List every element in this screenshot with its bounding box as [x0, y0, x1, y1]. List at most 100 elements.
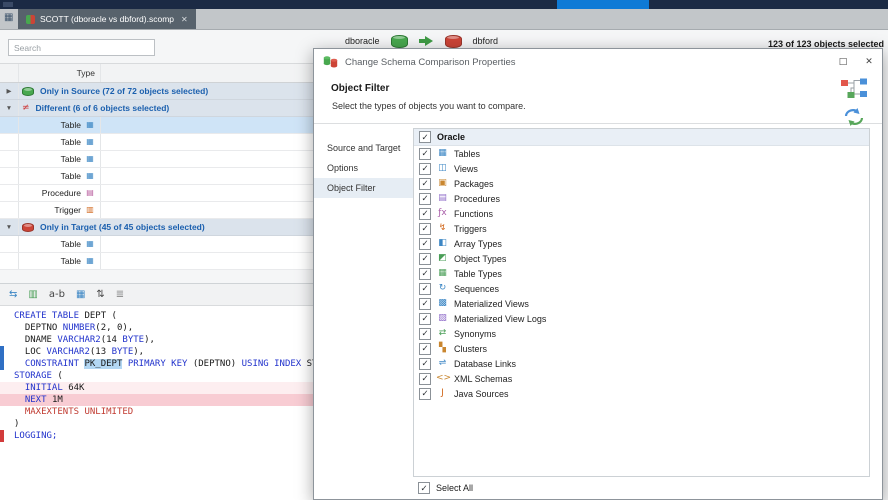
materialized-view-logs-icon: ▨ — [438, 313, 447, 323]
search-input[interactable] — [8, 39, 155, 56]
tree-item-views[interactable]: ✓ ◫ Views — [414, 161, 869, 176]
document-tab-bar: ▦ SCOTT (dboracle vs dbford).scomp ✕ — [0, 9, 888, 30]
app-menu-icon[interactable] — [3, 2, 13, 7]
tree-item-packages[interactable]: ✓ ▣ Packages — [414, 176, 869, 191]
tree-item-label: Database Links — [454, 358, 517, 369]
tree-item-label: Packages — [454, 178, 494, 189]
checkbox[interactable]: ✓ — [419, 252, 431, 265]
tree-item-sequences[interactable]: ✓ ↻ Sequences — [414, 281, 869, 296]
format-lines-icon[interactable]: ≣ — [116, 289, 124, 300]
expander-icon[interactable]: ▼ — [0, 219, 19, 235]
active-menu-highlight[interactable] — [557, 0, 649, 9]
schema-comparison-properties-dialog: Change Schema Comparison Properties □ ✕ … — [313, 48, 883, 500]
checkbox[interactable]: ✓ — [419, 147, 431, 160]
tab-scott-comparison[interactable]: SCOTT (dboracle vs dbford).scomp ✕ — [18, 9, 196, 29]
tree-item-xml-schemas[interactable]: ✓ <> XML Schemas — [414, 371, 869, 386]
dialog-nav-item-options[interactable]: Options — [314, 158, 413, 178]
schema-structure-icon — [839, 78, 869, 105]
object-type-label: Table — [60, 120, 81, 130]
tab-close-icon[interactable]: ✕ — [181, 15, 188, 24]
select-all-checkbox[interactable]: ✓ — [418, 482, 430, 494]
tree-item-label: Materialized Views — [454, 298, 529, 309]
dialog-nav-item-object-filter[interactable]: Object Filter — [314, 178, 413, 198]
checkbox[interactable]: ✓ — [419, 312, 431, 325]
database-red-icon — [22, 222, 34, 232]
target-database-icon — [444, 34, 462, 48]
checkbox[interactable]: ✓ — [419, 192, 431, 205]
checkbox[interactable]: ✓ — [419, 222, 431, 235]
xml-schemas-icon: <> — [436, 373, 452, 383]
table-icon: ▦ — [86, 256, 94, 265]
maximize-button[interactable]: □ — [830, 57, 856, 67]
data-grid-icon[interactable]: ▦ — [76, 289, 85, 300]
tree-item-label: Array Types — [454, 238, 502, 249]
procedures-icon: ▤ — [438, 193, 447, 203]
tree-item-tables[interactable]: ✓ ▦ Tables — [414, 146, 869, 161]
object-type-label: Trigger — [54, 205, 81, 215]
database-green-icon — [22, 86, 34, 96]
tree-item-table-types[interactable]: ✓ ▦ Table Types — [414, 266, 869, 281]
tree-item-label: Java Sources — [454, 388, 509, 399]
checkbox[interactable]: ✓ — [419, 162, 431, 175]
checkbox[interactable]: ✓ — [419, 342, 431, 355]
tree-item-object-types[interactable]: ✓ ◩ Object Types — [414, 251, 869, 266]
type-column-header[interactable]: Type — [19, 64, 101, 82]
dialog-nav: Source and Target Options Object Filter — [314, 124, 413, 499]
tree-item-materialized-view-logs[interactable]: ✓ ▨ Materialized View Logs — [414, 311, 869, 326]
checkbox[interactable]: ✓ — [419, 267, 431, 280]
tree-item-materialized-views[interactable]: ✓ ▩ Materialized Views — [414, 296, 869, 311]
checkbox[interactable]: ✓ — [419, 282, 431, 295]
tree-item-label: Clusters — [454, 343, 488, 354]
not-equal-icon: ≠ — [22, 102, 30, 113]
close-button[interactable]: ✕ — [856, 57, 882, 67]
tree-item-java-sources[interactable]: ✓ J Java Sources — [414, 386, 869, 401]
tree-item-synonyms[interactable]: ✓ ⇄ Synonyms — [414, 326, 869, 341]
tree-item-functions[interactable]: ✓ ƒx Functions — [414, 206, 869, 221]
sort-icon[interactable]: ⇅ — [96, 289, 104, 300]
tree-item-triggers[interactable]: ✓ ↯ Triggers — [414, 221, 869, 236]
source-connection-label: dboracle — [345, 36, 380, 46]
packages-icon: ▣ — [438, 178, 447, 188]
source-database-icon — [390, 34, 408, 48]
checkbox[interactable]: ✓ — [419, 237, 431, 250]
dialog-nav-item-source-and-target[interactable]: Source and Target — [314, 138, 413, 158]
checkbox[interactable]: ✓ — [419, 177, 431, 190]
grid-header-expander-column — [0, 64, 19, 82]
tree-item-label: Materialized View Logs — [454, 313, 547, 324]
checkbox[interactable]: ✓ — [419, 131, 431, 143]
tree-item-label: Object Types — [454, 253, 507, 264]
checkbox[interactable]: ✓ — [419, 357, 431, 370]
select-all-row[interactable]: ✓ Select All — [413, 477, 870, 499]
ab-compare-icon[interactable]: a-b — [49, 289, 65, 300]
sync-comparison-icon[interactable]: ⇆ — [9, 289, 17, 300]
synonyms-icon: ⇄ — [438, 328, 447, 338]
tree-item-label: Procedures — [454, 193, 501, 204]
tree-item-label: Triggers — [454, 223, 487, 234]
start-page-icon[interactable]: ▦ — [4, 12, 13, 23]
object-type-label: Table — [60, 171, 81, 181]
table-icon: ▦ — [86, 154, 94, 163]
expander-icon[interactable]: ▶ — [0, 83, 19, 99]
functions-icon: ƒx — [438, 208, 447, 218]
tree-item-database-links[interactable]: ✓ ⇌ Database Links — [414, 356, 869, 371]
materialized-views-icon: ▩ — [438, 298, 447, 308]
dialog-content: ✓ Oracle ✓ ▦ Tables ✓ ◫ Views ✓ ▣ Packages ✓ ▤ Proc… — [413, 128, 870, 499]
table-icon: ▦ — [86, 171, 94, 180]
dialog-compare-icon — [323, 55, 338, 69]
checkbox[interactable]: ✓ — [419, 327, 431, 340]
dialog-titlebar[interactable]: Change Schema Comparison Properties □ ✕ — [314, 49, 882, 75]
object-types-icon: ◩ — [438, 253, 447, 263]
tree-item-label: Views — [454, 163, 478, 174]
checkbox[interactable]: ✓ — [419, 387, 431, 400]
object-type-label: Table — [60, 137, 81, 147]
group-label: Only in Target (45 of 45 objects selecte… — [40, 222, 205, 232]
checkbox[interactable]: ✓ — [419, 297, 431, 310]
tree-root-row[interactable]: ✓ Oracle — [414, 129, 869, 146]
tree-item-clusters[interactable]: ✓ ▚ Clusters — [414, 341, 869, 356]
checkbox[interactable]: ✓ — [419, 207, 431, 220]
export-script-icon[interactable]: ▥ — [28, 289, 37, 300]
expander-icon[interactable]: ▼ — [0, 100, 19, 116]
tree-item-procedures[interactable]: ✓ ▤ Procedures — [414, 191, 869, 206]
tree-item-array-types[interactable]: ✓ ◧ Array Types — [414, 236, 869, 251]
checkbox[interactable]: ✓ — [419, 372, 431, 385]
